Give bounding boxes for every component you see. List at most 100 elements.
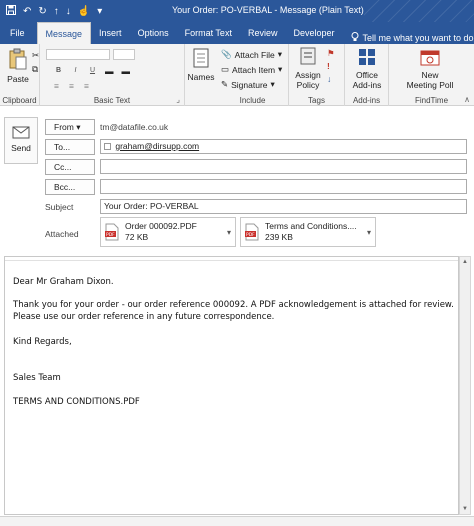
- attachment-name: Order 000092.PDF: [125, 221, 197, 231]
- underline-button[interactable]: U: [88, 67, 97, 76]
- body-top-border: [5, 257, 458, 261]
- findtime-group: New Meeting Poll FindTime ∧: [389, 44, 474, 106]
- collapse-ribbon-icon[interactable]: ∧: [464, 95, 470, 104]
- attach-file-button[interactable]: 📎 Attach File ▾: [221, 49, 282, 60]
- vertical-scrollbar[interactable]: ▲ ▼: [459, 256, 471, 515]
- cc-button[interactable]: Cc...: [45, 159, 95, 175]
- signature-label: Signature: [231, 79, 268, 90]
- paste-button[interactable]: Paste: [4, 48, 32, 84]
- low-importance-icon[interactable]: ↓: [327, 74, 331, 84]
- new-meeting-poll-button[interactable]: New Meeting Poll: [397, 48, 463, 90]
- message-header: Send From ▾ tm@datafile.co.uk To... grah…: [0, 107, 474, 252]
- tell-me-box[interactable]: Tell me what you want to do: [343, 32, 474, 44]
- attach-item-label: Attach Item: [232, 64, 276, 75]
- chevron-down-icon[interactable]: ▾: [227, 228, 231, 237]
- attach-item-button[interactable]: ▭ Attach Item ▾: [221, 64, 282, 75]
- ribbon-tabs: File Message Insert Options Format Text …: [0, 22, 474, 44]
- cc-field[interactable]: [100, 159, 467, 174]
- tags-label: Tags: [308, 96, 325, 105]
- dialog-launcher-icon[interactable]: ⌟: [176, 95, 180, 104]
- chevron-down-icon[interactable]: ▾: [367, 228, 371, 237]
- window-title: Your Order: PO-VERBAL - Message (Plain T…: [172, 5, 364, 15]
- save-icon[interactable]: [6, 4, 16, 18]
- highlight-icon[interactable]: ▬: [105, 66, 114, 76]
- body-greeting: Dear Mr Graham Dixon.: [13, 277, 114, 287]
- scroll-up-icon[interactable]: ▲: [462, 259, 468, 265]
- to-recipient[interactable]: graham@dirsupp.com: [115, 141, 199, 151]
- names-label: Names: [187, 72, 215, 82]
- attachment-item[interactable]: PDF Terms and Conditions.... 239 KB ▾: [240, 217, 376, 247]
- font-color-icon[interactable]: ▬: [122, 66, 131, 76]
- subject-field[interactable]: Your Order: PO-VERBAL: [100, 199, 467, 214]
- redo-icon[interactable]: ↻: [38, 6, 46, 17]
- flag-icon[interactable]: ⚑: [327, 48, 335, 59]
- chevron-down-icon: ▾: [270, 79, 275, 89]
- paperclip-icon: 📎: [221, 49, 232, 59]
- pdf-icon: PDF: [105, 223, 119, 241]
- align-row: ≡ ≡ ≡: [54, 81, 89, 91]
- clipboard-group: Paste ✂ ⧉ Clipboard: [0, 44, 40, 106]
- address-book-icon: [187, 48, 215, 70]
- status-bar: [0, 516, 474, 526]
- clipboard-label: Clipboard: [2, 96, 37, 105]
- cut-icon[interactable]: ✂: [32, 50, 39, 61]
- office-addins-label-2: Add-ins: [352, 80, 382, 90]
- tab-review[interactable]: Review: [240, 22, 286, 44]
- attached-label: Attached: [45, 229, 79, 239]
- assign-policy-button[interactable]: Assign Policy: [291, 46, 325, 90]
- attachment-size: 239 KB: [265, 232, 293, 242]
- tab-developer[interactable]: Developer: [285, 22, 342, 44]
- up-arrow-icon[interactable]: ↑: [54, 6, 59, 17]
- new-meeting-poll-label-1: New: [421, 70, 439, 80]
- high-importance-icon[interactable]: !: [327, 61, 330, 71]
- tab-message[interactable]: Message: [36, 22, 92, 44]
- tab-file[interactable]: File: [0, 22, 37, 44]
- new-meeting-poll-label-2: Meeting Poll: [406, 80, 454, 90]
- tab-format-text[interactable]: Format Text: [177, 22, 240, 44]
- to-field[interactable]: graham@dirsupp.com: [100, 139, 467, 154]
- title-pattern: [364, 0, 474, 22]
- touch-mode-icon[interactable]: ☝: [78, 6, 90, 17]
- bold-button[interactable]: B: [54, 67, 63, 76]
- align-left-icon[interactable]: ≡: [54, 81, 59, 91]
- names-button[interactable]: Names: [187, 48, 215, 82]
- include-label: Include: [239, 96, 266, 105]
- include-group: 📎 Attach File ▾ ▭ Attach Item ▾ ✎ Signat…: [217, 44, 289, 106]
- tags-group: Assign Policy ⚑ ! ↓ Tags: [289, 44, 345, 106]
- font-box[interactable]: [46, 49, 135, 60]
- bcc-button[interactable]: Bcc...: [45, 179, 95, 195]
- svg-text:PDF: PDF: [106, 232, 115, 238]
- office-addins-icon: [349, 48, 385, 68]
- findtime-label: FindTime: [414, 96, 449, 105]
- signature-icon: ✎: [221, 79, 229, 89]
- undo-icon[interactable]: ↶: [23, 6, 31, 17]
- to-button[interactable]: To...: [45, 139, 95, 155]
- signature-button[interactable]: ✎ Signature ▾: [221, 79, 275, 90]
- bcc-field[interactable]: [100, 179, 467, 194]
- customize-icon[interactable]: ▾: [97, 6, 102, 17]
- align-center-icon[interactable]: ≡: [69, 81, 74, 91]
- down-arrow-icon[interactable]: ↓: [66, 6, 71, 17]
- recipient-checkbox: [104, 143, 111, 150]
- italic-button[interactable]: I: [71, 67, 80, 76]
- scroll-down-icon[interactable]: ▼: [462, 506, 468, 512]
- policy-icon: [291, 46, 325, 68]
- copy-icon[interactable]: ⧉: [32, 64, 38, 75]
- send-button[interactable]: Send: [4, 117, 38, 164]
- office-addins-button[interactable]: Office Add-ins: [349, 48, 385, 90]
- attachment-size: 72 KB: [125, 232, 149, 242]
- assign-policy-label-1: Assign: [295, 70, 321, 80]
- title-bar: ↶ ↻ ↑ ↓ ☝ ▾ Your Order: PO-VERBAL - Mess…: [0, 0, 474, 22]
- send-icon: [5, 123, 37, 143]
- message-body[interactable]: Dear Mr Graham Dixon. Thank you for your…: [4, 256, 459, 515]
- attachment-item[interactable]: PDF Order 000092.PDF 72 KB ▾: [100, 217, 236, 247]
- lightbulb-icon: [351, 32, 359, 44]
- office-addins-label-1: Office: [355, 70, 379, 80]
- quick-access-toolbar: ↶ ↻ ↑ ↓ ☝ ▾: [0, 4, 102, 18]
- tab-insert[interactable]: Insert: [91, 22, 130, 44]
- body-team: Sales Team: [13, 373, 61, 383]
- align-right-icon[interactable]: ≡: [84, 81, 89, 91]
- tab-options[interactable]: Options: [130, 22, 177, 44]
- chevron-down-icon: ▾: [76, 122, 81, 132]
- from-button[interactable]: From ▾: [45, 119, 95, 135]
